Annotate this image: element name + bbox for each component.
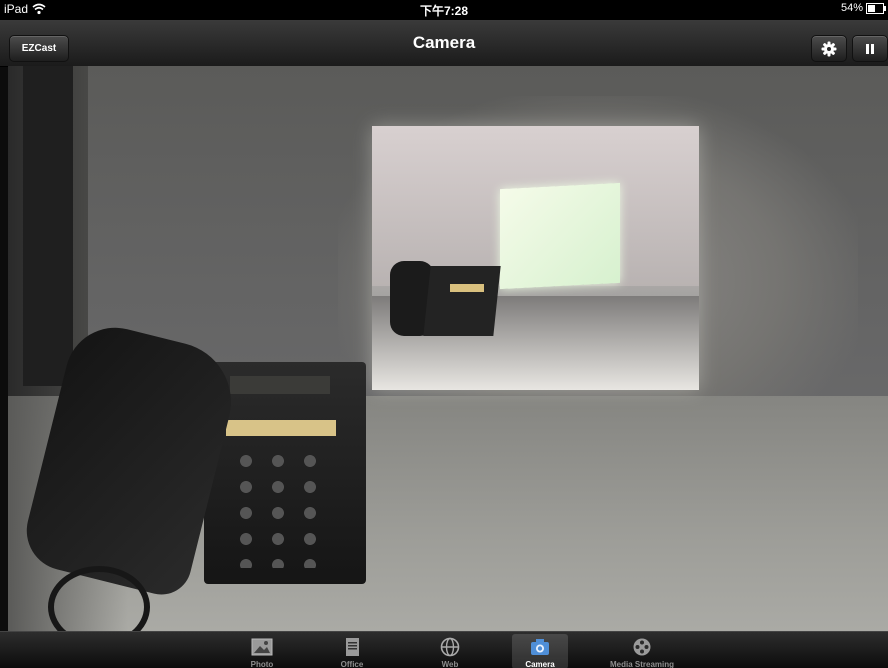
phone-label-strip <box>226 420 336 436</box>
status-bar: iPad 下午7:28 54% <box>0 0 888 20</box>
battery-icon <box>866 2 886 14</box>
tab-label: Web <box>441 660 459 668</box>
phone-display <box>230 376 330 394</box>
tab-media-streaming[interactable]: Media Streaming <box>606 634 678 668</box>
tab-web[interactable]: Web <box>422 634 478 668</box>
gear-icon <box>821 41 837 56</box>
projected-image <box>372 126 699 390</box>
projected-phone-label <box>450 284 484 292</box>
navigation-bar: EZCast Camera <box>0 20 888 67</box>
projected-phone-base <box>423 266 501 336</box>
tab-office[interactable]: Office <box>324 634 380 668</box>
partition-panel <box>23 66 73 386</box>
page-title: Camera <box>412 33 476 52</box>
battery-percent: 54% <box>840 2 863 14</box>
tab-label: Office <box>340 660 364 668</box>
status-right: 54% <box>840 2 886 14</box>
tab-label: Photo <box>250 660 274 668</box>
tab-camera[interactable]: Camera <box>512 634 568 668</box>
projected-window <box>500 182 620 290</box>
tab-label: Media Streaming <box>609 660 674 668</box>
camera-icon <box>531 639 549 655</box>
globe-icon <box>440 637 460 657</box>
tab-bar: Photo Office Web Camera Media Streaming <box>0 631 888 668</box>
app-screen: iPad 下午7:28 54% EZCast Camera Photo Offi… <box>0 0 888 668</box>
film-reel-icon <box>633 638 651 656</box>
pause-icon <box>866 43 874 54</box>
tab-photo[interactable]: Photo <box>234 634 290 668</box>
status-time: 下午7:28 <box>419 4 469 18</box>
phone-keypad <box>230 448 326 568</box>
document-icon <box>346 638 359 656</box>
pause-button[interactable] <box>852 35 888 62</box>
settings-button[interactable] <box>811 35 847 62</box>
camera-feed <box>8 66 888 631</box>
photo-icon <box>251 638 273 656</box>
tab-label: Camera <box>525 660 555 668</box>
